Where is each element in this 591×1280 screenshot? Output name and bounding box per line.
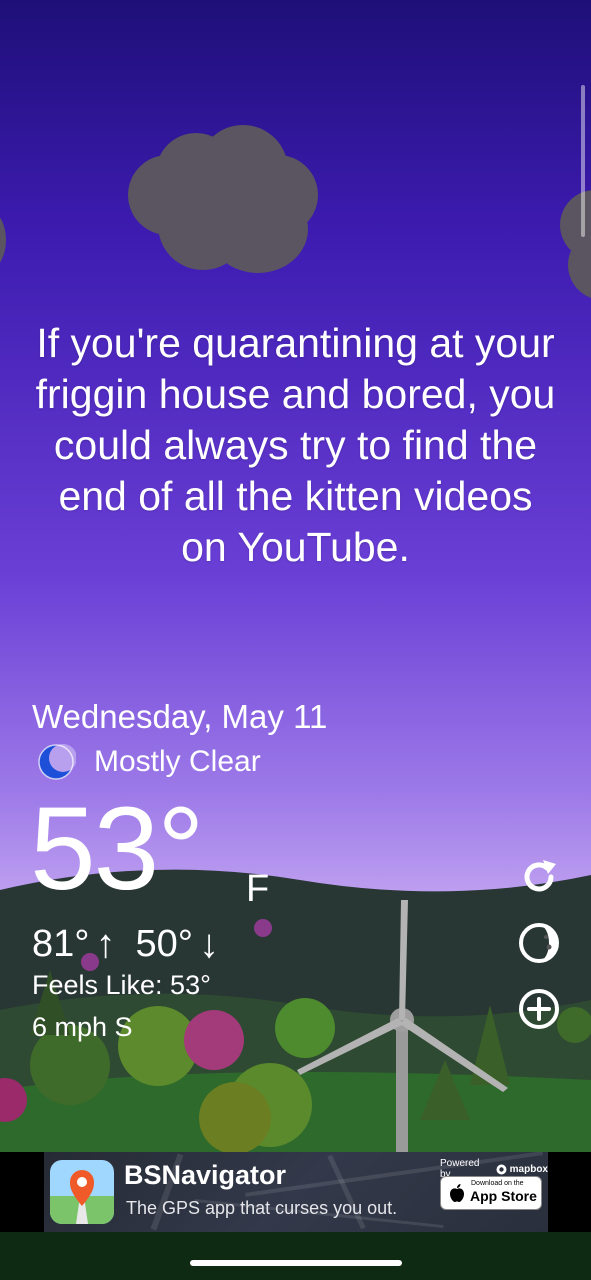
app-store-badge[interactable]: Download on the App Store	[440, 1176, 542, 1210]
arrow-down-icon: ↓	[198, 922, 219, 966]
store-small-text: Download on the	[471, 1180, 524, 1187]
scroll-indicator	[581, 85, 585, 237]
bottom-ground	[0, 1232, 591, 1280]
ad-title: BSNavigator	[124, 1160, 287, 1190]
temperature-unit: F	[246, 868, 270, 910]
ad-content[interactable]: BSNavigator The GPS app that curses you …	[44, 1152, 548, 1232]
wind-label: 6 mph S	[32, 1012, 133, 1042]
add-location-icon[interactable]	[516, 986, 562, 1032]
weather-screen: If you're quarantining at your friggin h…	[0, 0, 591, 1280]
moon-icon	[38, 744, 76, 780]
ad-banner[interactable]: BSNavigator The GPS app that curses you …	[0, 1152, 591, 1232]
date-label: Wednesday, May 11	[32, 698, 328, 735]
high-temperature: 81°	[32, 923, 90, 965]
high-low-row: 81° ↑ 50° ↓	[32, 922, 219, 967]
quote-text: If you're quarantining at your friggin h…	[35, 320, 556, 570]
condition-label: Mostly Clear	[94, 745, 261, 778]
mapbox-logo-icon	[496, 1164, 507, 1174]
arrow-up-icon: ↑	[95, 922, 116, 966]
low-temperature: 50°	[135, 923, 193, 965]
condition-row: Mostly Clear	[36, 742, 261, 782]
current-temperature: 53°	[30, 783, 204, 915]
home-indicator[interactable]	[190, 1260, 402, 1266]
refresh-icon[interactable]	[516, 854, 562, 900]
cloud-right	[560, 190, 591, 300]
mapbox-text: mapbox	[509, 1163, 548, 1175]
bsnavigator-app-icon	[50, 1160, 114, 1224]
feels-like-label: Feels Like: 53°	[32, 970, 211, 1000]
store-big-text: App Store	[470, 1188, 537, 1204]
ad-subtitle: The GPS app that curses you out.	[126, 1198, 398, 1218]
cloud-large	[128, 125, 323, 275]
theme-toggle-icon[interactable]	[516, 920, 562, 966]
cloud-left	[0, 210, 10, 280]
apple-icon	[450, 1184, 464, 1202]
